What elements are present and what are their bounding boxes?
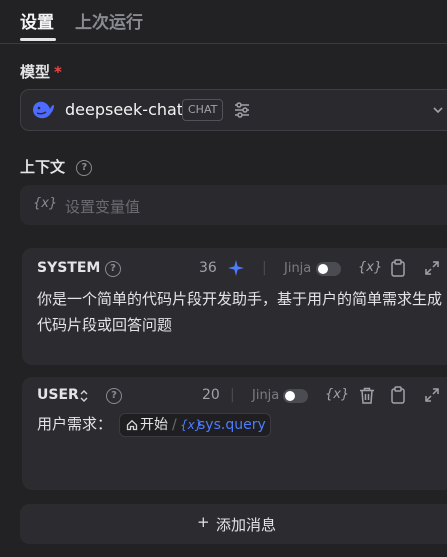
separator: |	[262, 260, 267, 276]
user-prompt-card[interactable]: USER ? 20 | Jinja {x} 用户需求： 开始 / {x} sys…	[22, 377, 447, 490]
expand-icon[interactable]	[424, 387, 440, 403]
insert-variable-icon[interactable]: {x}	[358, 260, 382, 275]
system-prompt-card[interactable]: SYSTEM ? 36 | Jinja {x} 你是一个简单的代码片段开发助手，…	[22, 248, 447, 365]
add-message-button[interactable]: + 添加消息	[20, 504, 447, 544]
user-title[interactable]: USER	[37, 387, 79, 403]
variable-icon: {x}	[33, 196, 58, 211]
token-count: 20	[202, 387, 220, 403]
jinja-toggle[interactable]	[283, 389, 308, 403]
model-name: deepseek-chat	[65, 100, 184, 119]
help-icon[interactable]: ?	[105, 261, 121, 277]
home-icon	[126, 419, 138, 431]
system-prompt-text[interactable]: 你是一个简单的代码片段开发助手，基于用户的简单需求生成代码片段或回答问题	[37, 286, 447, 338]
tab-settings[interactable]: 设置	[20, 8, 54, 33]
expand-icon[interactable]	[424, 260, 440, 276]
insert-variable-icon[interactable]: {x}	[325, 387, 349, 402]
context-label: 上下文 ?	[20, 156, 93, 177]
trash-icon[interactable]	[359, 387, 375, 404]
variable-reference-chip[interactable]: 开始 / {x} sys.query	[119, 413, 271, 437]
jinja-toggle[interactable]	[316, 262, 341, 276]
required-mark: *	[54, 63, 62, 81]
role-switch-chevron-icon[interactable]	[79, 389, 89, 403]
chevron-down-icon[interactable]	[432, 104, 444, 116]
start-node-label: 开始	[140, 417, 168, 433]
clipboard-icon[interactable]	[390, 386, 406, 404]
jinja-label: Jinja	[284, 261, 312, 276]
add-message-label: 添加消息	[216, 516, 277, 534]
tabs-divider	[0, 43, 447, 44]
token-count: 36	[199, 260, 217, 276]
model-mode-tag: CHAT	[182, 99, 224, 121]
context-label-text: 上下文	[20, 158, 66, 176]
system-title: SYSTEM	[37, 260, 101, 276]
path-slash: /	[172, 417, 177, 433]
help-icon[interactable]: ?	[106, 388, 122, 404]
model-params-icon[interactable]	[233, 101, 251, 119]
context-variable-input[interactable]: {x} 设置变量值	[20, 185, 447, 225]
clipboard-icon[interactable]	[390, 259, 406, 277]
separator: |	[230, 387, 235, 403]
model-label-text: 模型	[20, 63, 51, 81]
model-selector[interactable]: deepseek-chat CHAT	[20, 89, 447, 131]
variable-name: sys.query	[198, 417, 266, 433]
help-icon[interactable]: ?	[76, 159, 93, 176]
jinja-label: Jinja	[252, 388, 280, 403]
ai-sparkle-icon[interactable]	[227, 259, 245, 277]
active-tab-indicator	[20, 38, 56, 41]
user-prompt-prefix: 用户需求：	[37, 415, 113, 433]
context-placeholder: 设置变量值	[65, 198, 141, 216]
tab-last-run[interactable]: 上次运行	[75, 8, 143, 33]
model-label: 模型 *	[20, 61, 62, 82]
deepseek-whale-icon	[33, 101, 54, 119]
plus-icon: +	[197, 513, 210, 531]
